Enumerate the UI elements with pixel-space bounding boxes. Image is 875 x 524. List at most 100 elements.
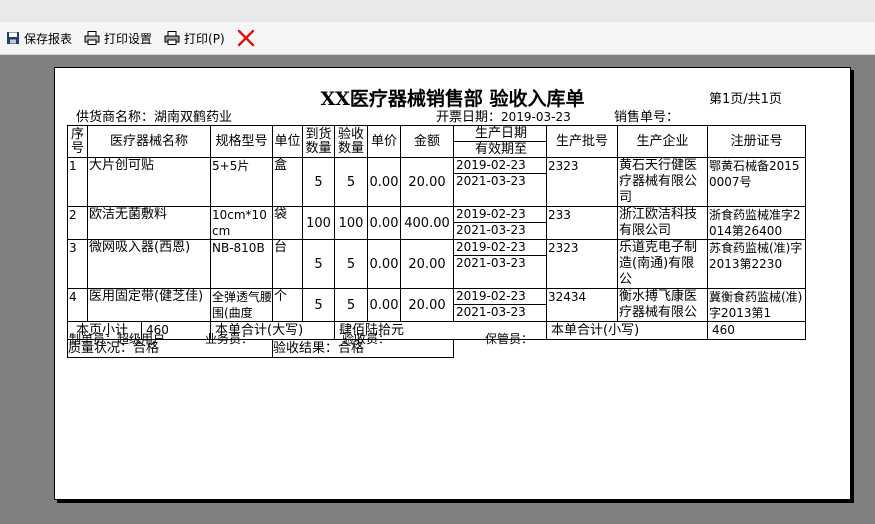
header-arrived: 到货数量 [302,125,335,158]
row-reg-no: 冀衡食药监械(准)字2013第1 [707,288,806,322]
row-arrived: 5 [302,157,335,207]
header-reg-no: 注册证号 [707,125,806,158]
row-price: 0.00 [367,206,401,240]
table-row: 2 欧洁无菌敷料 10cm*10cm 袋 100 100 0.00 400.00… [67,206,806,240]
report-toolbar: 保存报表 打印设置 打印(P) [0,22,875,55]
table-row: 3 微网吸入器(西恩) NB-810B 台 5 5 0.00 20.00 201… [67,239,806,289]
row-amount: 20.00 [400,288,454,322]
table-header-row: 序号 医疗器械名称 规格型号 单位 到货数量 验收数量 单价 金额 生产日期 有… [67,125,806,158]
row-price: 0.00 [367,239,401,289]
row-name: 医用固定带(健芝佳) [87,288,211,322]
row-arrived: 5 [302,239,335,289]
close-button[interactable] [231,26,265,50]
row-expiry: 2021-03-23 [456,256,526,270]
header-batch: 生产批号 [546,125,618,158]
print-button[interactable]: 打印(P) [158,26,231,50]
row-expiry: 2021-03-23 [456,305,526,319]
header-price: 单价 [367,125,401,158]
table-row: 4 医用固定带(健芝佳) 全弹透气腰围(曲度 个 5 5 0.00 20.00 … [67,288,806,322]
row-arrived: 100 [302,206,335,240]
row-manufacturer: 衡水搏飞康医疗器械有限公 [617,288,708,322]
row-spec: 10cm*10cm [210,206,273,240]
row-prod-date: 2019-02-23 [454,208,546,223]
row-price: 0.00 [367,157,401,207]
header-spec: 规格型号 [210,125,273,158]
report-page: XX医疗器械销售部 验收入库单 第1页/共1页 供货商名称：湖南双鹤药业 开票日… [54,67,851,500]
row-accepted: 5 [334,288,368,322]
invoice-date-line: 开票日期：2019-03-23 [436,106,571,125]
supplier-line: 供货商名称：湖南双鹤药业 [76,106,232,125]
row-spec: 全弹透气腰围(曲度 [210,288,273,322]
header-unit: 单位 [272,125,303,158]
row-amount: 20.00 [400,239,454,289]
maker-signature: 制单员：超级用户 [69,332,166,346]
header-amount: 金额 [400,125,454,158]
header-dates: 生产日期 有效期至 [453,125,547,158]
printer-icon [164,31,180,45]
total-lower-label: 本单合计(小写) [546,321,708,340]
row-batch: 233 [546,206,618,240]
printer-settings-icon [84,31,100,45]
row-reg-no: 苏食药监械(准)字2013第2230 [707,239,806,289]
invoice-date-label: 开票日期： [436,110,502,125]
row-accepted: 100 [334,206,368,240]
row-seq: 2 [67,206,88,240]
close-icon [237,29,254,47]
row-batch: 32434 [546,288,618,322]
row-dates: 2019-02-23 2021-03-23 [453,157,547,207]
row-spec: NB-810B [210,239,273,289]
row-seq: 4 [67,288,88,322]
row-seq: 1 [67,157,88,207]
row-reg-no: 鄂黄石械备20150007号 [707,157,806,207]
header-accepted: 验收数量 [334,125,368,158]
row-unit: 袋 [272,206,303,240]
supplier-label: 供货商名称： [76,110,155,125]
header-manufacturer: 生产企业 [617,125,708,158]
row-expiry: 2021-03-23 [456,174,526,188]
row-name: 大片创可贴 [87,157,211,207]
row-batch: 2323 [546,239,618,289]
row-manufacturer: 乐道克电子制造(南通)有限公 [617,239,708,289]
row-dates: 2019-02-23 2021-03-23 [453,206,547,240]
sales-no-line: 销售单号： [614,106,679,125]
salesman-signature: 业务员： [205,332,254,346]
row-unit: 个 [272,288,303,322]
page-info: 第1页/共1页 [709,92,782,107]
header-name: 医疗器械名称 [87,125,211,158]
sales-no-label: 销售单号： [614,110,680,125]
save-report-button[interactable]: 保存报表 [0,26,78,50]
row-accepted: 5 [334,239,368,289]
row-seq: 3 [67,239,88,289]
row-unit: 台 [272,239,303,289]
row-amount: 20.00 [400,157,454,207]
header-expiry: 有效期至 [474,142,527,157]
save-report-label: 保存报表 [24,31,73,46]
header-seq: 序号 [67,125,88,158]
row-batch: 2323 [546,157,618,207]
inspector-signature: 验收员： [342,332,391,346]
summary-row: 本页小计 460 本单合计(大写) 肆佰陆拾元 本单合计(小写) 460 [67,321,806,340]
row-price: 0.00 [367,288,401,322]
row-unit: 盒 [272,157,303,207]
print-settings-label: 打印设置 [104,31,153,46]
row-manufacturer: 黄石天行健医疗器械有限公司 [617,157,708,207]
print-label: 打印(P) [184,31,225,46]
row-expiry: 2021-03-23 [456,223,526,237]
invoice-date-value: 2019-03-23 [501,110,571,124]
row-amount: 400.00 [400,206,454,240]
row-accepted: 5 [334,157,368,207]
print-settings-button[interactable]: 打印设置 [78,26,158,50]
acceptance-table: 序号 医疗器械名称 规格型号 单位 到货数量 验收数量 单价 金额 生产日期 有… [67,125,806,358]
row-name: 微网吸入器(西恩) [87,239,211,289]
row-dates: 2019-02-23 2021-03-23 [453,239,547,289]
row-dates: 2019-02-23 2021-03-23 [453,288,547,322]
row-manufacturer: 浙江欧洁科技有限公司 [617,206,708,240]
row-spec: 5+5片 [210,157,273,207]
table-row: 1 大片创可贴 5+5片 盒 5 5 0.00 20.00 2019-02-23… [67,157,806,207]
row-name: 欧洁无菌敷料 [87,206,211,240]
row-prod-date: 2019-02-23 [454,290,546,305]
row-prod-date: 2019-02-23 [454,159,546,174]
total-lower-value: 460 [707,321,806,340]
floppy-disk-icon [7,32,19,44]
header-prod-date: 生产日期 [454,127,546,142]
